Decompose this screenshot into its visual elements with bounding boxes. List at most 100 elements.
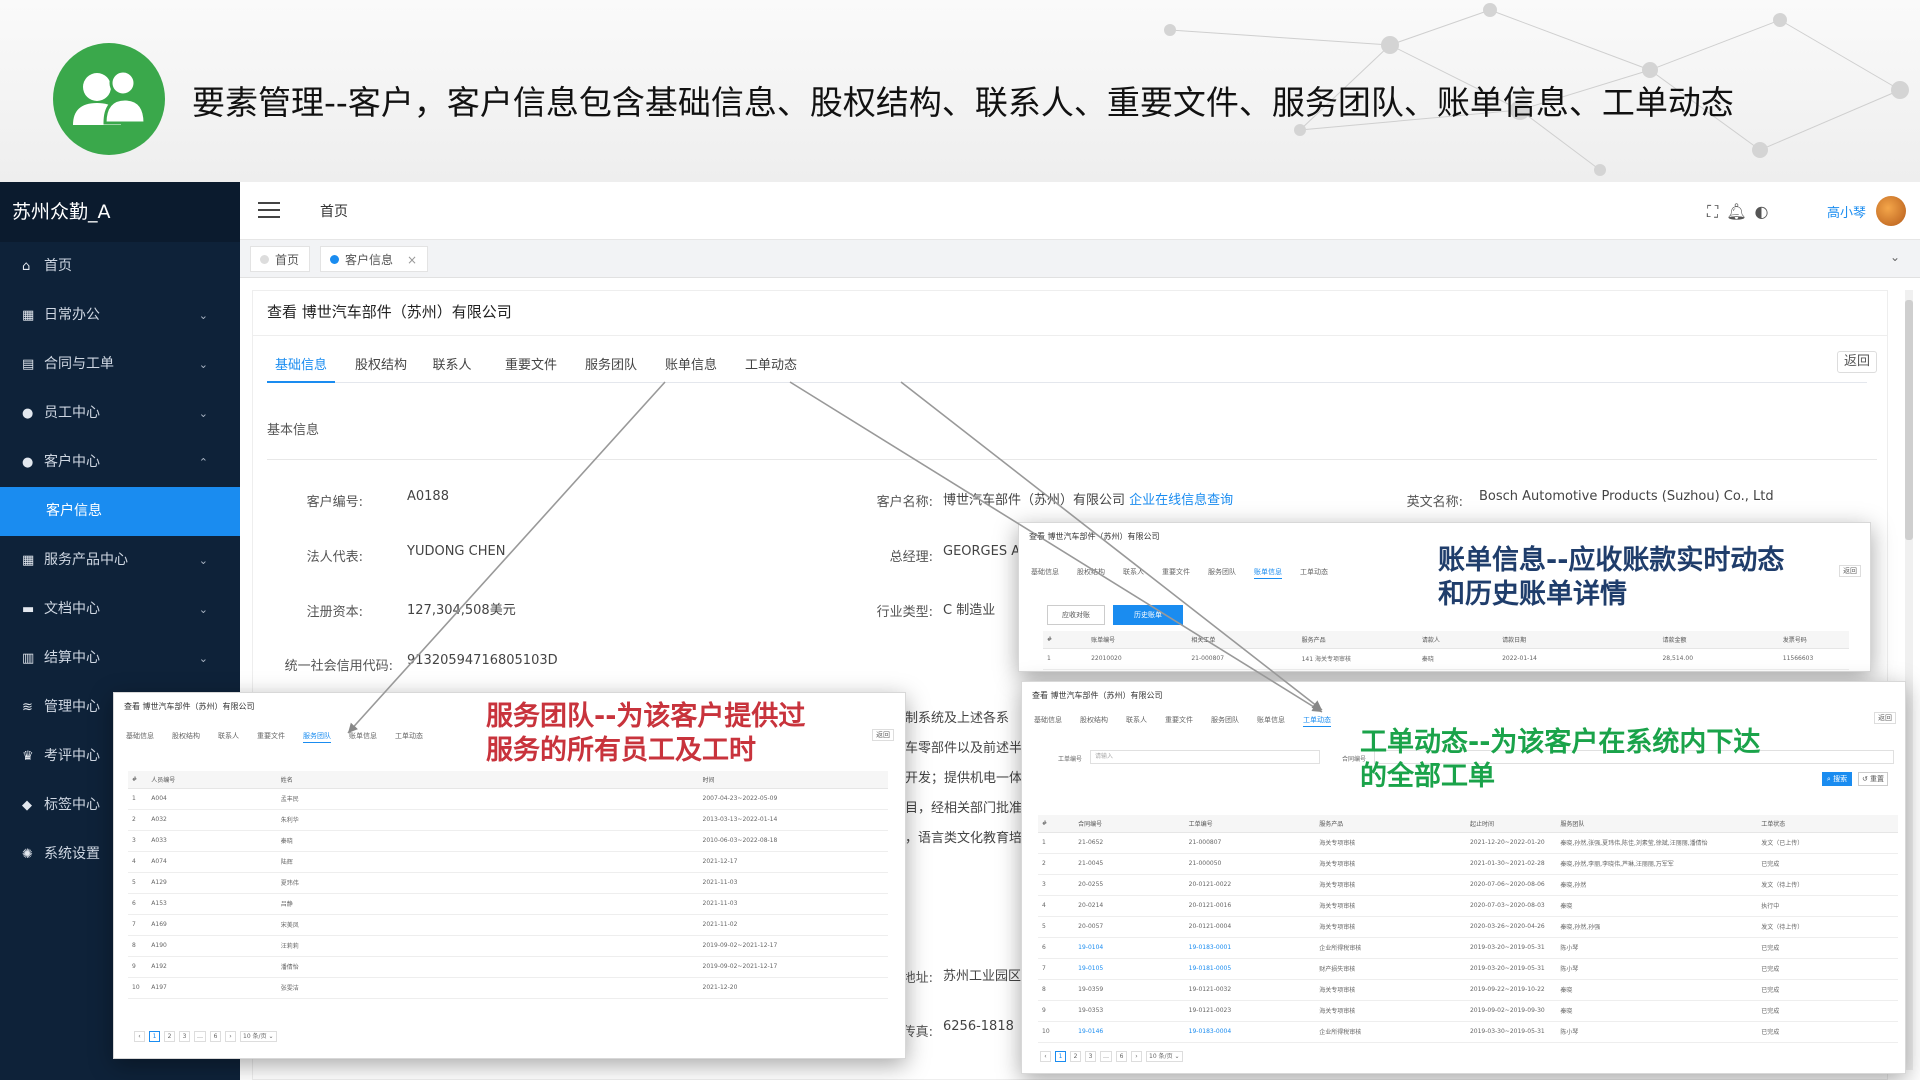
detail-tab[interactable]: 服务团队 bbox=[577, 349, 645, 383]
capital-value: 127,304,508美元 bbox=[407, 603, 516, 618]
page-button[interactable]: 2 bbox=[164, 1031, 175, 1042]
scrollbar[interactable] bbox=[1905, 290, 1913, 1070]
overlay-back-button[interactable]: 返回 bbox=[1839, 565, 1861, 577]
overlay-back-button[interactable]: 返回 bbox=[872, 729, 894, 741]
user-name[interactable]: 高小琴 bbox=[1827, 202, 1866, 221]
overlay-tab[interactable]: 联系人 bbox=[1126, 716, 1147, 724]
detail-tab[interactable]: 工单动态 bbox=[737, 349, 805, 383]
history-bill-button[interactable]: 历史账单 bbox=[1113, 605, 1183, 625]
table-header-row: # 合同编号 工单编号 服务产品 起止时间 服务团队 工单状态 bbox=[1038, 815, 1898, 833]
sidebar-item[interactable]: 客户信息 bbox=[0, 487, 240, 536]
table-row[interactable]: 2 21-0045 21-000050 海关专项审核 2021-01-30~2021-0… bbox=[1038, 853, 1898, 875]
overlay-tab[interactable]: 账单信息 bbox=[349, 732, 377, 740]
page-button[interactable]: … bbox=[194, 1031, 206, 1042]
reset-button[interactable]: ↺ 重置 bbox=[1858, 772, 1888, 786]
sidebar-item[interactable]: ▤ 合同与工单 ⌄ bbox=[0, 340, 240, 389]
overlay-back-button[interactable]: 返回 bbox=[1874, 712, 1896, 724]
page-button[interactable]: ‹ bbox=[1040, 1051, 1051, 1062]
table-row[interactable]: 9 19-0353 19-0121-0023 海关专项审核 2019-09-02~201… bbox=[1038, 1000, 1898, 1022]
page-button[interactable]: ‹ bbox=[134, 1031, 145, 1042]
overlay-tab[interactable]: 账单信息 bbox=[1257, 716, 1285, 724]
table-row[interactable]: 7 19-0105 19-0181-0005 财产损失审核 2019-03-20~201… bbox=[1038, 958, 1898, 980]
detail-tab[interactable]: 联系人 bbox=[427, 349, 477, 383]
page-button[interactable]: 2 bbox=[1070, 1051, 1081, 1062]
breadcrumb-home[interactable]: 首页 bbox=[320, 201, 348, 221]
page-button[interactable]: 10 条/页 ⌄ bbox=[1146, 1051, 1183, 1062]
table-row[interactable]: 3 A033 秦晓 2010-06-03~2022-08-18 bbox=[128, 830, 888, 852]
chevron-down-icon[interactable]: ⌄ bbox=[1890, 250, 1900, 264]
overlay-tab[interactable]: 联系人 bbox=[218, 732, 239, 740]
sidebar-item[interactable]: ▥ 结算中心 ⌄ bbox=[0, 634, 240, 683]
page-button[interactable]: 1 bbox=[1055, 1051, 1066, 1062]
table-row[interactable]: 10 A197 张雯洁 2021-12-20 bbox=[128, 977, 888, 999]
table-row[interactable]: 8 19-0359 19-0121-0032 海关专项审核 2019-09-22~201… bbox=[1038, 979, 1898, 1001]
table-row[interactable]: 7 A169 宋美凤 2021-11-02 bbox=[128, 914, 888, 936]
menu-toggle-icon[interactable] bbox=[258, 202, 280, 218]
overlay-tab[interactable]: 基础信息 bbox=[126, 732, 154, 740]
overlay-tab[interactable]: 重要文件 bbox=[1165, 716, 1193, 724]
page-tab-customer-info[interactable]: 客户信息 × bbox=[320, 246, 429, 272]
overlay-tabs: 基础信息 股权结构 联系人 重要文件 服务团队 账单信息 工单动态 bbox=[1034, 715, 1349, 727]
table-row[interactable]: 5 20-0057 20-0121-0004 海关专项审核 2020-03-26~202… bbox=[1038, 916, 1898, 938]
overlay-tab[interactable]: 股权结构 bbox=[1077, 568, 1105, 576]
table-cell: 19-0104 bbox=[1074, 937, 1185, 959]
table-row[interactable]: 1 22010020 21-000807 141 海关专项审核 秦晓 2022-01-14… bbox=[1043, 648, 1849, 670]
sidebar-item[interactable]: ● 员工中心 ⌄ bbox=[0, 389, 240, 438]
detail-tab[interactable]: 股权结构 bbox=[347, 349, 415, 383]
overlay-tab[interactable]: 基础信息 bbox=[1034, 716, 1062, 724]
overlay-tab[interactable]: 工单动态 bbox=[395, 732, 423, 740]
receivable-button[interactable]: 应收对账 bbox=[1047, 605, 1105, 625]
page-button[interactable]: › bbox=[1131, 1051, 1142, 1062]
detail-tab[interactable]: 基础信息 bbox=[267, 349, 335, 383]
page-button[interactable]: 3 bbox=[1085, 1051, 1096, 1062]
fullscreen-icon[interactable]: ⛶ bbox=[1707, 202, 1726, 221]
detail-tab[interactable]: 账单信息 bbox=[657, 349, 725, 383]
table-row[interactable]: 5 A129 夏玮伟 2021-11-03 bbox=[128, 872, 888, 894]
sidebar-item[interactable]: ⌂ 首页 bbox=[0, 242, 240, 291]
overlay-tab[interactable]: 基础信息 bbox=[1031, 568, 1059, 576]
overlay-tab[interactable]: 服务团队 bbox=[303, 732, 331, 743]
overlay-tab[interactable]: 工单动态 bbox=[1303, 716, 1331, 727]
back-button[interactable]: 返回 bbox=[1837, 351, 1877, 373]
avatar[interactable] bbox=[1876, 196, 1906, 226]
theme-icon[interactable]: ◐ bbox=[1755, 202, 1777, 221]
detail-tab[interactable]: 重要文件 bbox=[497, 349, 565, 383]
table-row[interactable]: 8 A190 汪莉莉 2019-09-02~2021-12-17 bbox=[128, 935, 888, 957]
overlay-tab[interactable]: 股权结构 bbox=[1080, 716, 1108, 724]
overlay-tab[interactable]: 股权结构 bbox=[172, 732, 200, 740]
overlay-tab[interactable]: 工单动态 bbox=[1300, 568, 1328, 576]
sidebar-item[interactable]: ▬ 文档中心 ⌄ bbox=[0, 585, 240, 634]
table-row[interactable]: 1 21-0652 21-000807 海关专项审核 2021-12-20~2022-0… bbox=[1038, 832, 1898, 854]
table-row[interactable]: 9 A192 潘倩怡 2019-09-02~2021-12-17 bbox=[128, 956, 888, 978]
company-lookup-link[interactable]: 企业在线信息查询 bbox=[1129, 493, 1233, 508]
table-row[interactable]: 6 A153 吕静 2021-11-03 bbox=[128, 893, 888, 915]
page-button[interactable]: 1 bbox=[149, 1031, 160, 1042]
sidebar-item[interactable]: ▦ 服务产品中心 ⌄ bbox=[0, 536, 240, 585]
sidebar-item[interactable]: ● 客户中心 ⌃ bbox=[0, 438, 240, 487]
bell-icon[interactable]: 🔔︎ bbox=[1726, 202, 1754, 221]
table-row[interactable]: 4 A074 陆辉 2021-12-17 bbox=[128, 851, 888, 873]
page-button[interactable]: › bbox=[225, 1031, 236, 1042]
table-row[interactable]: 6 19-0104 19-0183-0001 企业所得税审核 2019-03-20~20… bbox=[1038, 937, 1898, 959]
table-row[interactable]: 3 20-0255 20-0121-0022 海关专项审核 2020-07-06~202… bbox=[1038, 874, 1898, 896]
overlay-tab[interactable]: 联系人 bbox=[1123, 568, 1144, 576]
close-icon[interactable]: × bbox=[407, 253, 417, 267]
overlay-tab[interactable]: 服务团队 bbox=[1208, 568, 1236, 576]
overlay-tab[interactable]: 服务团队 bbox=[1211, 716, 1239, 724]
page-tab-home[interactable]: 首页 bbox=[250, 246, 311, 272]
overlay-tab[interactable]: 重要文件 bbox=[1162, 568, 1190, 576]
page-button[interactable]: 3 bbox=[179, 1031, 190, 1042]
sidebar-item[interactable]: ▦ 日常办公 ⌄ bbox=[0, 291, 240, 340]
table-row[interactable]: 1 A004 孟丰民 2007-04-23~2022-05-09 bbox=[128, 788, 888, 810]
table-row[interactable]: 10 19-0146 19-0183-0004 企业所得税审核 2019-03-30~2… bbox=[1038, 1021, 1898, 1043]
overlay-tab[interactable]: 重要文件 bbox=[257, 732, 285, 740]
page-button[interactable]: 6 bbox=[210, 1031, 221, 1042]
page-button[interactable]: 6 bbox=[1116, 1051, 1127, 1062]
page-button[interactable]: … bbox=[1100, 1051, 1112, 1062]
overlay-tab[interactable]: 账单信息 bbox=[1254, 568, 1282, 579]
table-row[interactable]: 2 A032 朱利华 2013-03-13~2022-01-14 bbox=[128, 809, 888, 831]
order-no-input[interactable]: 请输入 bbox=[1090, 750, 1320, 764]
page-button[interactable]: 10 条/页 ⌄ bbox=[240, 1031, 277, 1042]
search-button[interactable]: ⌕ 搜索 bbox=[1822, 772, 1852, 786]
table-row[interactable]: 4 20-0214 20-0121-0016 海关专项审核 2020-07-03~202… bbox=[1038, 895, 1898, 917]
